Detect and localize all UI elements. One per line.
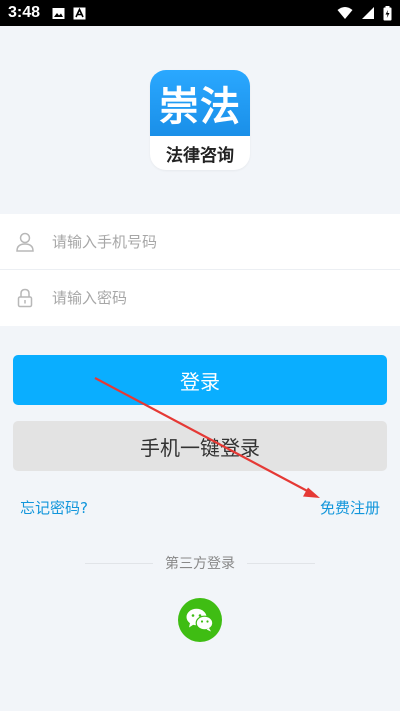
register-link[interactable]: 免费注册 — [320, 497, 380, 518]
phone-field — [0, 214, 400, 270]
status-left-icons — [52, 7, 86, 20]
status-right-icons — [337, 5, 392, 21]
status-time: 3:48 — [8, 4, 41, 21]
password-field — [0, 270, 400, 326]
password-input[interactable] — [52, 289, 352, 307]
lock-icon — [17, 288, 33, 308]
phone-login-button[interactable]: 手机一键登录 — [13, 421, 387, 471]
image-icon — [52, 7, 65, 19]
wechat-icon — [186, 608, 214, 632]
divider-line-left — [85, 562, 153, 564]
logo-subtitle: 法律咨询 — [166, 145, 234, 166]
third-party-divider: 第三方登录 — [85, 552, 315, 574]
logo-title: 崇法 — [150, 70, 250, 136]
third-party-label: 第三方登录 — [165, 556, 235, 572]
user-icon — [16, 232, 34, 252]
divider-line-right — [247, 562, 315, 564]
battery-icon — [383, 5, 392, 20]
wifi-icon — [337, 7, 353, 19]
signal-icon — [362, 7, 374, 19]
forgot-password-link[interactable]: 忘记密码? — [20, 497, 88, 518]
status-bar: 3:48 — [0, 0, 400, 26]
wechat-login-button[interactable] — [178, 598, 222, 642]
login-button[interactable]: 登录 — [13, 355, 387, 405]
a-icon — [73, 7, 86, 19]
phone-input[interactable] — [52, 233, 352, 251]
login-form — [0, 214, 400, 326]
app-logo: 崇法 法律咨询 — [150, 70, 250, 170]
